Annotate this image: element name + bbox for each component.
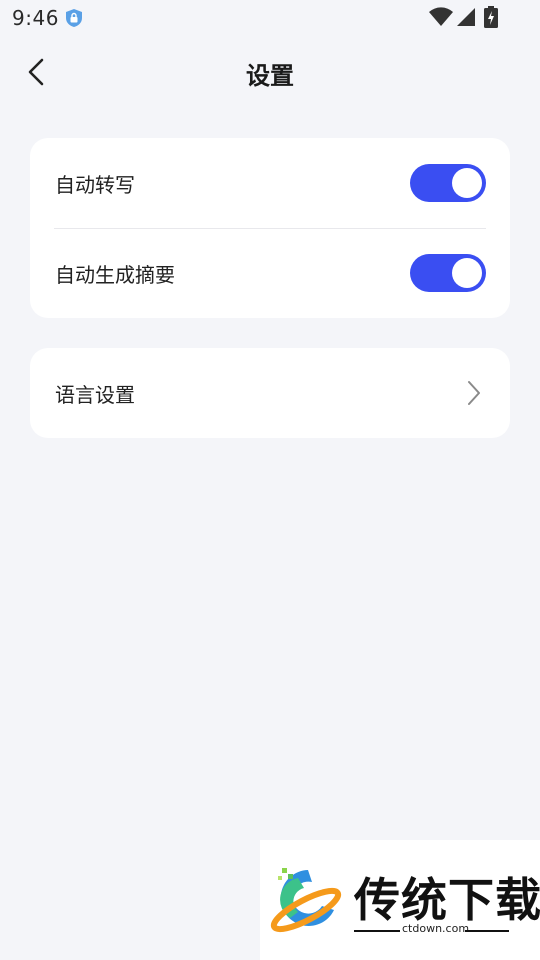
watermark-line (465, 930, 509, 932)
battery-charging-icon (484, 6, 498, 28)
toggle-knob (452, 168, 482, 198)
auto-transcribe-toggle[interactable] (410, 164, 486, 202)
signal-icon (457, 8, 475, 26)
auto-summary-toggle[interactable] (410, 254, 486, 292)
wifi-icon (429, 7, 453, 27)
watermark-logo-icon (270, 868, 342, 933)
toggle-knob (452, 258, 482, 288)
page-title: 设置 (246, 62, 294, 90)
watermark-line (354, 930, 400, 932)
auto-transcribe-label: 自动转写 (55, 173, 135, 197)
language-settings-label: 语言设置 (55, 383, 135, 407)
status-bar: 9:46 (0, 0, 540, 36)
language-settings-item[interactable]: 语言设置 (30, 348, 510, 438)
status-time: 9:46 (12, 6, 59, 30)
auto-summary-row: 自动生成摘要 (30, 228, 510, 318)
watermark-domain: ctdown.com (402, 922, 470, 935)
vpn-shield-icon (66, 9, 82, 27)
watermark-title: 传统下载 (354, 873, 540, 927)
auto-summary-label: 自动生成摘要 (55, 263, 175, 287)
toggle-settings-card: 自动转写 自动生成摘要 (30, 138, 510, 318)
auto-transcribe-row: 自动转写 (30, 138, 510, 228)
watermark: 传统下载 ctdown.com (260, 840, 540, 960)
chevron-right-icon (468, 381, 480, 405)
nav-bar: 设置 (0, 44, 540, 100)
